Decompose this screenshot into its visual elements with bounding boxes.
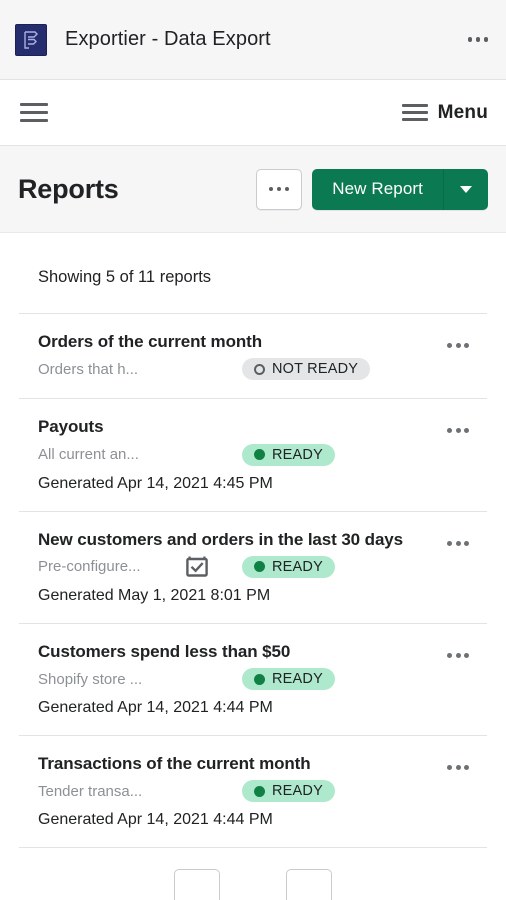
- report-row-actions-button[interactable]: [441, 331, 475, 357]
- page-header: Reports New Report: [0, 146, 506, 233]
- calendar-check-icon: [186, 556, 208, 577]
- more-horizontal-icon: [447, 343, 469, 348]
- report-list-item[interactable]: Orders of the current month Orders that h…: [19, 314, 487, 398]
- more-horizontal-icon[interactable]: [467, 37, 488, 42]
- reports-list: Orders of the current month Orders that h…: [19, 313, 487, 849]
- hamburger-menu-icon[interactable]: [20, 103, 48, 122]
- report-title: Orders of the current month: [38, 332, 262, 351]
- more-horizontal-icon: [447, 428, 469, 434]
- hamburger-menu-icon: [401, 104, 428, 121]
- report-meta-row: All current an... READY: [38, 443, 468, 466]
- report-title: New customers and orders in the last 30 …: [38, 529, 404, 549]
- report-row-actions-button[interactable]: [441, 753, 475, 779]
- report-description: Orders that h...: [38, 360, 139, 378]
- more-horizontal-icon: [447, 540, 469, 546]
- status-badge: READY: [242, 555, 335, 578]
- showing-count: Showing 5 of 11 reports: [38, 268, 212, 286]
- app-title: Exportier - Data Export: [65, 28, 271, 50]
- chevron-down-icon: [460, 185, 472, 193]
- pagination-previous-button[interactable]: [174, 869, 220, 900]
- report-generated-timestamp: Generated May 1, 2021 8:01 PM: [38, 586, 271, 604]
- status-dot-not-ready-icon: [254, 363, 265, 375]
- status-dot-ready-icon: [254, 785, 265, 797]
- report-list-item[interactable]: Transactions of the current month Tender …: [19, 736, 487, 847]
- schedule-slot: [178, 556, 242, 578]
- report-list-item[interactable]: Payouts All current an... READY Generated A…: [19, 399, 487, 510]
- report-list-item[interactable]: Customers spend less than $50 Shopify sto…: [19, 624, 487, 735]
- menu-button-label: Menu: [437, 101, 488, 123]
- header-actions: New Report: [256, 168, 488, 210]
- report-row-actions-button[interactable]: [441, 641, 475, 667]
- report-description: Tender transa...: [38, 782, 143, 800]
- status-badge-label: READY: [272, 783, 323, 800]
- menu-button[interactable]: Menu: [401, 101, 488, 124]
- status-dot-ready-icon: [254, 561, 265, 573]
- report-row-actions-button[interactable]: [441, 416, 475, 442]
- page-more-actions-button[interactable]: [256, 168, 303, 210]
- report-meta-row: Shopify store ... READY: [38, 668, 468, 690]
- report-title: Payouts: [38, 417, 104, 437]
- status-badge-label: READY: [272, 446, 323, 463]
- status-badge-label: READY: [272, 558, 323, 575]
- status-badge: READY: [242, 443, 335, 466]
- new-report-dropdown-button[interactable]: [443, 168, 488, 210]
- status-badge-label: NOT READY: [272, 361, 359, 378]
- status-dot-ready-icon: [254, 449, 265, 460]
- page-title: Reports: [18, 173, 119, 204]
- new-report-split-button: New Report: [312, 168, 488, 210]
- report-title: Transactions of the current month: [38, 754, 311, 773]
- more-horizontal-icon: [447, 765, 469, 770]
- nav-bar: Menu: [0, 80, 506, 146]
- more-horizontal-icon: [268, 186, 290, 192]
- report-title: Customers spend less than $50: [38, 641, 291, 661]
- report-generated-timestamp: Generated Apr 14, 2021 4:44 PM: [38, 811, 273, 829]
- report-generated-timestamp: Generated Apr 14, 2021 4:45 PM: [38, 474, 273, 492]
- report-description: All current an...: [38, 446, 139, 463]
- report-description: Pre-configure...: [38, 558, 141, 576]
- status-badge: READY: [242, 780, 335, 803]
- status-badge: NOT READY: [242, 358, 371, 381]
- reports-content: Showing 5 of 11 reports Orders of the cu…: [0, 233, 506, 900]
- app-logo-icon: [15, 23, 47, 56]
- report-generated-timestamp: Generated Apr 14, 2021 4:44 PM: [38, 699, 273, 716]
- report-list-item[interactable]: New customers and orders in the last 30 …: [19, 512, 487, 623]
- report-row-actions-button[interactable]: [441, 529, 475, 555]
- report-meta-row: Orders that h... NOT READY: [38, 358, 468, 381]
- pagination-next-button[interactable]: [286, 869, 332, 900]
- app-bar: Exportier - Data Export: [0, 0, 506, 80]
- status-badge: READY: [242, 668, 335, 690]
- report-meta-row: Tender transa... READY: [38, 780, 468, 803]
- more-horizontal-icon: [447, 652, 469, 658]
- report-meta-row: Pre-configure... READY: [38, 555, 468, 578]
- new-report-button[interactable]: New Report: [312, 168, 443, 210]
- pagination: [19, 848, 487, 900]
- status-dot-ready-icon: [254, 673, 265, 685]
- report-description: Shopify store ...: [38, 670, 143, 688]
- status-badge-label: READY: [272, 671, 323, 687]
